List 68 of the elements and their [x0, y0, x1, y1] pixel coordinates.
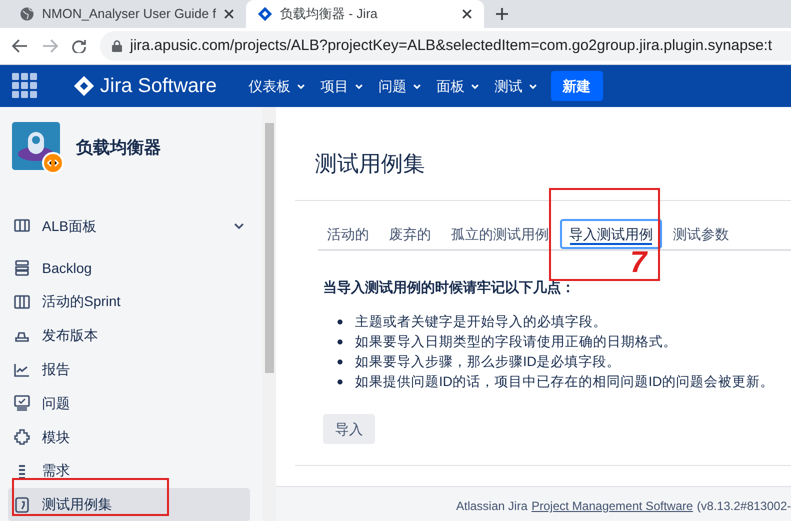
url-text: jira.apusic.com/projects/ALB?projectKey=ALB&selectedItem=com.go2group.jira.plugin.synapse:t	[130, 36, 772, 56]
sidebar-item[interactable]: 需求	[8, 454, 250, 488]
nav-menu[interactable]: 测试	[486, 70, 545, 102]
instruction-text: 如果要导入步骤，那么步骤ID是必填字段。	[355, 352, 620, 371]
chevron-down-icon	[470, 84, 479, 88]
sidebar-item[interactable]: Backlog	[8, 252, 250, 285]
browser-tab[interactable]: 负载均衡器 - Jira	[246, 0, 484, 28]
scrollbar[interactable]	[262, 107, 276, 521]
testsuite-icon	[14, 496, 30, 513]
nav-menu[interactable]: 项目	[312, 70, 371, 102]
content-tab[interactable]: 废弃的	[380, 219, 440, 249]
sidebar-item[interactable]: 发布版本	[8, 319, 250, 352]
chevron-down-icon	[296, 84, 305, 88]
report-icon	[14, 362, 30, 378]
close-icon	[462, 9, 472, 19]
browser-tab[interactable]: NMON_Analyser User Guide f	[8, 0, 246, 28]
footer-link[interactable]: Project Management Software	[532, 497, 693, 515]
tab-title: NMON_Analyser User Guide f	[42, 5, 216, 24]
backlog-icon	[14, 260, 30, 276]
chevron-down-icon	[412, 84, 421, 88]
sidebar-item[interactable]: 问题	[8, 386, 250, 420]
bullet-icon	[337, 359, 343, 365]
instruction-text: 如果提供问题ID的话，项目中已存在的相同问题ID的问题会被更新。	[355, 372, 774, 391]
chevron-down-icon	[354, 84, 363, 88]
globe-icon	[20, 7, 34, 21]
create-button[interactable]: 新建	[550, 71, 603, 101]
content-tab[interactable]: 导入测试用例	[560, 219, 662, 249]
sprint-icon	[14, 294, 30, 310]
import-button[interactable]: 导入	[323, 414, 375, 444]
page-title: 测试用例集	[314, 150, 426, 178]
chevron-down-icon	[528, 84, 537, 88]
sidebar-item[interactable]: 测试用例集	[8, 488, 250, 521]
project-avatar-icon	[12, 122, 64, 174]
nav-menu[interactable]: 问题	[370, 70, 429, 102]
nav-menu[interactable]: 面板	[428, 70, 487, 102]
version-text: (v8.13.2#813002-	[696, 498, 791, 515]
jira-logo-icon	[74, 76, 94, 96]
forward-icon	[42, 39, 58, 53]
content-tab[interactable]: 活动的	[318, 219, 378, 249]
sidebar-item[interactable]: 模块	[8, 420, 250, 454]
lock-icon	[112, 40, 122, 52]
instruction-text: 主题或者关键字是开始导入的必填字段。	[355, 312, 607, 331]
board-icon	[14, 218, 30, 234]
footer-text: Atlassian Jira	[456, 498, 528, 515]
annotation-number: 7	[630, 248, 647, 278]
project-name[interactable]: 负载均衡器	[76, 135, 161, 161]
instruction-text: 如果要导入日期类型的字段请使用正确的日期格式。	[355, 332, 677, 351]
address-bar[interactable]: jira.apusic.com/projects/ALB?projectKey=ALB&selectedItem=com.go2group.jira.plugin.synapse:t	[100, 31, 791, 61]
nav-menu[interactable]: 仪表板	[240, 70, 313, 102]
bullet-icon	[337, 339, 343, 345]
instructions-heading: 当导入测试用例的时候请牢记以下几点：	[323, 278, 576, 297]
content-tab[interactable]: 测试参数	[664, 219, 738, 249]
new-tab-icon	[496, 8, 508, 20]
sidebar-item[interactable]: 报告	[8, 353, 250, 386]
diamond-icon	[258, 7, 272, 21]
back-icon	[12, 39, 28, 53]
sidebar-item[interactable]: ALB面板	[8, 210, 250, 243]
bullet-icon	[337, 379, 343, 385]
bullet-icon	[337, 319, 343, 325]
product-name[interactable]: Jira Software	[100, 71, 217, 101]
tab-title: 负载均衡器 - Jira	[280, 5, 378, 24]
component-icon	[14, 429, 30, 446]
issue-icon	[14, 395, 30, 412]
reload-icon	[72, 39, 86, 53]
close-icon	[224, 9, 234, 19]
app-grid-icon	[12, 73, 38, 99]
content-tab[interactable]: 孤立的测试用例	[442, 219, 558, 249]
sidebar-item[interactable]: 活动的Sprint	[8, 286, 250, 318]
